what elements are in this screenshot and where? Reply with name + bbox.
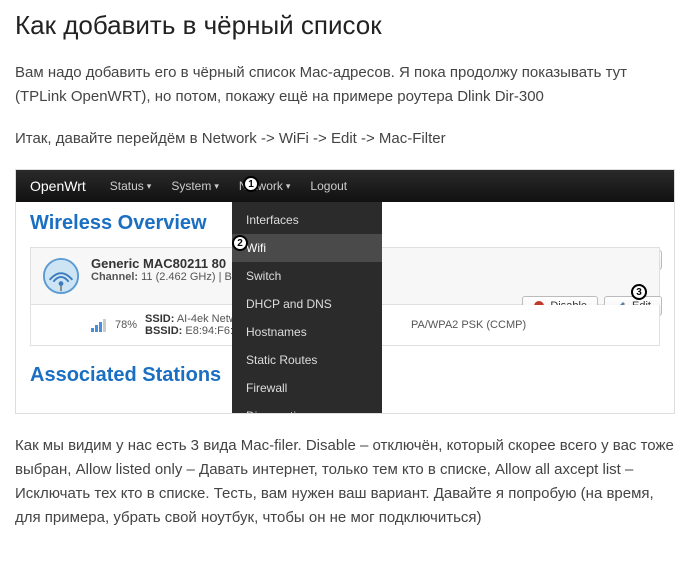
- dropdown-static-routes[interactable]: Static Routes: [232, 346, 382, 374]
- annotation-badge-1: 1: [243, 176, 259, 192]
- dropdown-interfaces[interactable]: Interfaces: [232, 206, 382, 234]
- nav-logout[interactable]: Logout: [300, 170, 357, 202]
- network-dropdown: Interfaces Wifi Switch DHCP and DNS Host…: [232, 202, 382, 414]
- dropdown-firewall[interactable]: Firewall: [232, 374, 382, 402]
- nav-status[interactable]: Status ▾: [100, 170, 162, 202]
- nav-status-label: Status: [110, 179, 144, 193]
- top-navbar: OpenWrt Status ▾ System ▾ Network ▾ Logo…: [16, 170, 674, 202]
- chevron-down-icon: ▾: [147, 181, 152, 192]
- ssid-info: SSID: AI-4ek Networks | BSSID: E8:94:F6:…: [145, 313, 649, 337]
- router-screenshot: 1 2 3 OpenWrt Status ▾ System ▾ Network …: [15, 169, 675, 414]
- nav-system-label: System: [171, 179, 211, 193]
- article-para-3: Как мы видим у нас есть 3 вида Mac-filer…: [15, 434, 675, 530]
- nav-network[interactable]: Network ▾: [229, 170, 301, 202]
- signal-percent: 78%: [115, 319, 137, 331]
- dropdown-dhcp-dns[interactable]: DHCP and DNS: [232, 290, 382, 318]
- dropdown-wifi[interactable]: Wifi: [232, 234, 382, 262]
- nav-system[interactable]: System ▾: [161, 170, 229, 202]
- nav-logout-label: Logout: [310, 179, 347, 193]
- dropdown-hostnames[interactable]: Hostnames: [232, 318, 382, 346]
- annotation-badge-2: 2: [232, 235, 248, 251]
- article-para-2: Итак, давайте перейдём в Network -> WiFi…: [15, 127, 675, 151]
- wifi-device-name: Generic MAC80211 80: [91, 256, 232, 271]
- annotation-badge-3: 3: [631, 284, 647, 300]
- chevron-down-icon: ▾: [214, 181, 219, 192]
- dropdown-switch[interactable]: Switch: [232, 262, 382, 290]
- signal-icon: [91, 318, 109, 332]
- chevron-down-icon: ▾: [286, 181, 291, 192]
- wifi-channel-info: Channel: 11 (2.462 GHz) | B: [91, 271, 232, 283]
- article-heading: Как добавить в чёрный список: [15, 10, 675, 41]
- encryption-info: PA/WPA2 PSK (CCMP): [411, 319, 526, 331]
- dropdown-diagnostics[interactable]: Diagnostics: [232, 402, 382, 414]
- article-para-1: Вам надо добавить его в чёрный список Ma…: [15, 61, 675, 109]
- brand-label: OpenWrt: [16, 178, 100, 194]
- wifi-device-icon: [41, 256, 81, 296]
